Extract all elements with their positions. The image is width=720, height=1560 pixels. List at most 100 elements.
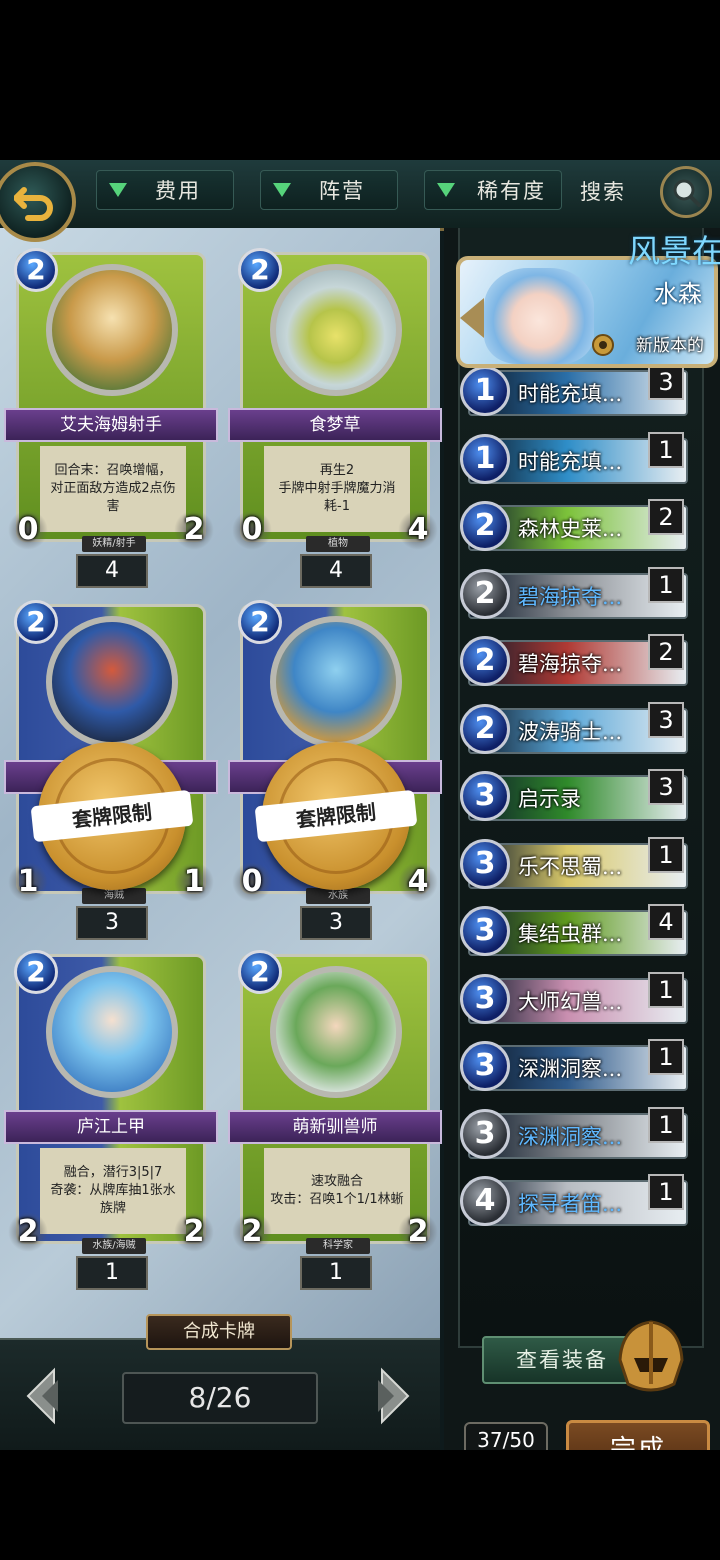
search-button[interactable] xyxy=(660,166,712,218)
prev-page-icon[interactable] xyxy=(24,1366,84,1426)
deck-card-cost: 2 xyxy=(460,568,510,619)
deck-card-cost: 3 xyxy=(460,771,510,821)
card-health: 2 xyxy=(174,510,214,550)
deck-card-row[interactable]: 3 集结虫群... 4 xyxy=(460,904,692,962)
collection-card[interactable]: 2 0 4 水族 3 套牌限制 xyxy=(228,600,442,940)
deck-card-quantity: 1 xyxy=(648,566,684,603)
magnifier-icon xyxy=(673,179,701,207)
card-name: 萌新驯兽师 xyxy=(228,1110,442,1144)
card-portrait xyxy=(270,264,402,396)
cost-filter[interactable]: 费用 xyxy=(96,170,234,210)
deck-card-row[interactable]: 3 大师幻兽... 1 xyxy=(460,971,692,1030)
deck-card-cost: 1 xyxy=(460,433,510,484)
deck-card-quantity: 3 xyxy=(648,701,684,738)
hero-portrait[interactable]: 水森 新版本的 xyxy=(456,256,718,368)
deck-card-quantity: 3 xyxy=(648,769,684,805)
card-health: 2 xyxy=(398,1212,438,1252)
card-portrait xyxy=(270,616,402,748)
card-owned-count: 4 xyxy=(300,554,372,588)
card-owned-count: 4 xyxy=(76,554,148,588)
card-tribe: 海贼 xyxy=(82,888,146,904)
card-cost: 2 xyxy=(238,950,282,994)
craft-cards-button[interactable]: 合成卡牌 xyxy=(146,1314,292,1350)
deck-card-row[interactable]: 3 深渊洞察... 1 xyxy=(460,1106,692,1165)
deck-card-row[interactable]: 1 时能充填... 1 xyxy=(460,431,692,490)
done-button[interactable]: 完成 xyxy=(566,1420,710,1450)
rarity-filter[interactable]: 稀有度 xyxy=(424,170,562,210)
deck-card-row[interactable]: 4 探寻者笛... 1 xyxy=(460,1174,692,1232)
deck-panel: 风景在 水森 新版本的 1 时能充填... 3 1 时能充填... 1 2 森林史莱... 2 2… xyxy=(444,228,720,1450)
deck-card-cost: 2 xyxy=(460,703,510,754)
card-owned-count: 1 xyxy=(300,1256,372,1290)
card-portrait xyxy=(46,616,178,748)
gear-icon[interactable] xyxy=(590,332,616,358)
collection-card[interactable]: 2 食梦草 再生2 手牌中射手牌魔力消耗-1 0 4 植物 4 xyxy=(228,248,442,588)
card-tribe: 水族/海贼 xyxy=(82,1238,146,1254)
deck-card-row[interactable]: 2 碧海掠夺... 2 xyxy=(460,634,692,692)
deck-limit-seal: 套牌限制 xyxy=(254,742,418,890)
deck-card-cost: 3 xyxy=(460,838,510,889)
card-portrait xyxy=(46,966,178,1098)
collection-card[interactable]: 2 1 1 海贼 3 套牌限制 xyxy=(4,600,218,940)
card-owned-count: 3 xyxy=(300,906,372,940)
deck-card-quantity: 1 xyxy=(648,1106,684,1143)
deck-card-row[interactable]: 3 深渊洞察... 1 xyxy=(460,1039,692,1097)
deck-card-quantity: 1 xyxy=(648,431,684,468)
dropdown-triangle-icon xyxy=(273,183,291,197)
deck-card-cost: 4 xyxy=(460,1176,510,1226)
deck-card-row[interactable]: 2 森林史莱... 2 xyxy=(460,499,692,557)
card-cost: 2 xyxy=(238,248,282,292)
card-attack: 0 xyxy=(232,862,272,902)
card-description: 再生2 手牌中射手牌魔力消耗-1 xyxy=(264,446,410,532)
deck-card-row[interactable]: 3 乐不思蜀... 1 xyxy=(460,836,692,895)
deck-card-name: 乐不思蜀... xyxy=(518,854,623,879)
deck-card-cost: 3 xyxy=(460,1108,510,1159)
card-tribe: 妖精/射手 xyxy=(82,536,146,552)
card-name: 艾夫海姆射手 xyxy=(4,408,218,442)
card-health: 4 xyxy=(398,510,438,550)
card-attack: 1 xyxy=(8,862,48,902)
card-cost: 2 xyxy=(14,950,58,994)
deck-card-name: 探寻者笛... xyxy=(518,1192,623,1216)
collection-card[interactable]: 2 艾夫海姆射手 回合末：召唤增幅， 对正面敌方造成2点伤害 0 2 妖精/射手… xyxy=(4,248,218,588)
card-tribe: 科学家 xyxy=(306,1238,370,1254)
deck-name[interactable]: 风景在 xyxy=(628,226,720,272)
deck-card-row[interactable]: 3 启示录 3 xyxy=(460,769,692,827)
deck-card-quantity: 1 xyxy=(648,971,684,1008)
deck-card-cost: 3 xyxy=(460,973,510,1024)
deck-card-name: 启示录 xyxy=(518,787,581,811)
search-label[interactable]: 搜索 xyxy=(580,176,626,206)
deck-card-name: 碧海掠夺... xyxy=(518,584,623,609)
deck-card-cost: 2 xyxy=(460,636,510,686)
card-name: 庐江上甲 xyxy=(4,1110,218,1144)
deck-count-value: 37/50 xyxy=(477,1428,535,1450)
filter-bar: 费用 阵营 稀有度 搜索 xyxy=(0,160,720,242)
filter-label: 稀有度 xyxy=(477,179,546,203)
deck-card-quantity: 4 xyxy=(648,904,684,940)
deck-card-cost: 2 xyxy=(460,501,510,551)
deck-card-name: 深渊洞察... xyxy=(518,1124,623,1149)
deck-card-cost: 3 xyxy=(460,1041,510,1091)
deck-card-row[interactable]: 2 碧海掠夺... 1 xyxy=(460,566,692,625)
collection-card[interactable]: 2 庐江上甲 融合，潜行3|5|7 奇袭：从牌库抽1张水族牌 2 2 水族/海贼… xyxy=(4,950,218,1290)
deck-card-name: 时能充填... xyxy=(518,449,623,474)
card-portrait xyxy=(46,264,178,396)
deck-card-quantity: 2 xyxy=(648,499,684,535)
helmet-icon xyxy=(618,1320,684,1392)
next-page-icon[interactable] xyxy=(352,1366,412,1426)
card-attack: 2 xyxy=(8,1212,48,1252)
deck-card-row[interactable]: 2 波涛骑士... 3 xyxy=(460,701,692,760)
deck-card-list[interactable]: 1 时能充填... 3 1 时能充填... 1 2 森林史莱... 2 2 碧海掠夺... 1 2 碧海掠… xyxy=(460,364,706,1304)
deck-limit-seal: 套牌限制 xyxy=(30,742,194,890)
hero-subtitle: 新版本的 xyxy=(636,336,704,356)
deck-card-name: 波涛骑士... xyxy=(518,719,623,744)
dropdown-triangle-icon xyxy=(109,183,127,197)
faction-filter[interactable]: 阵营 xyxy=(260,170,398,210)
deck-card-name: 碧海掠夺... xyxy=(518,652,623,676)
collection-card[interactable]: 2 萌新驯兽师 速攻融合 攻击：召唤1个1/1林蜥 2 2 科学家 1 xyxy=(228,950,442,1290)
card-name: 食梦草 xyxy=(228,408,442,442)
deck-card-row[interactable]: 1 时能充填... 3 xyxy=(460,364,692,422)
deck-card-quantity: 1 xyxy=(648,1039,684,1075)
filter-label: 阵营 xyxy=(319,179,365,203)
card-attack: 0 xyxy=(8,510,48,550)
